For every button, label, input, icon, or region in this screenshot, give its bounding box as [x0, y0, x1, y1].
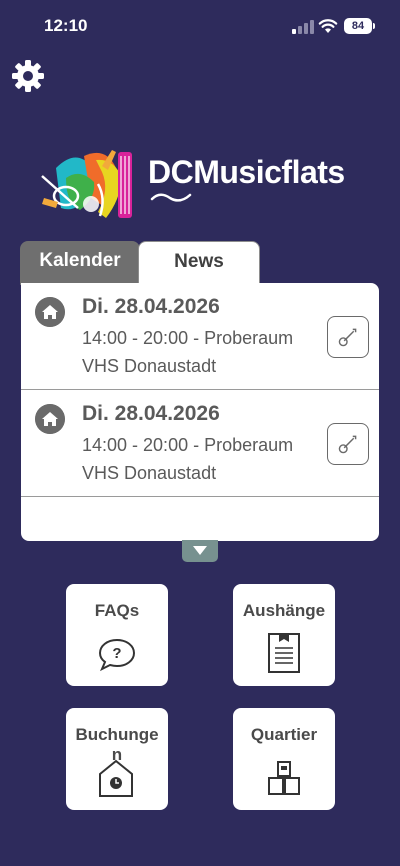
guitar-icon[interactable] — [327, 423, 369, 465]
house-clock-icon — [99, 759, 133, 797]
tab-news[interactable]: News — [138, 241, 260, 285]
quartier-label: Quartier — [250, 725, 318, 744]
guitar-icon[interactable] — [327, 316, 369, 358]
event-time: 14:00 - 20:00 - Proberaum — [82, 328, 294, 348]
battery-indicator: 84 — [344, 18, 375, 34]
cellular-signal-icon — [292, 20, 314, 34]
music-instruments-logo — [41, 150, 132, 218]
list-item[interactable]: Di. 28.04.2026 14:00 - 20:00 - Proberaum… — [21, 283, 379, 390]
status-time: 12:10 — [44, 16, 88, 35]
aushaenge-tile[interactable]: Aushänge — [233, 584, 335, 686]
quartier-tile[interactable]: Quartier — [233, 708, 335, 810]
calendar-list: Di. 28.04.2026 14:00 - 20:00 - Proberaum… — [21, 283, 379, 541]
gear-icon[interactable] — [10, 58, 46, 94]
tab-kalender[interactable]: Kalender — [20, 241, 140, 285]
event-place: VHS Donaustadt — [82, 356, 217, 376]
event-place: VHS Donaustadt — [82, 463, 217, 483]
svg-text:?: ? — [112, 645, 121, 662]
wifi-icon — [318, 19, 338, 33]
event-time: 14:00 - 20:00 - Proberaum — [82, 435, 294, 455]
aushaenge-label: Aushänge — [242, 601, 326, 620]
event-date: Di. 28.04.2026 — [82, 295, 220, 318]
tab-bar: Kalender News — [20, 241, 260, 285]
status-bar: 12:10 84 — [0, 0, 400, 54]
list-item[interactable]: Di. 28.04.2026 14:00 - 20:00 - Proberaum… — [21, 390, 379, 497]
brand-name: DCMusicflats — [148, 154, 345, 190]
home-icon — [35, 297, 65, 327]
question-bubble-icon: ? — [98, 638, 136, 672]
wave-icon — [150, 193, 192, 202]
building-blocks-icon — [268, 761, 300, 795]
faqs-tile[interactable]: FAQs ? — [66, 584, 168, 686]
event-date: Di. 28.04.2026 — [82, 402, 220, 425]
faqs-label: FAQs — [94, 601, 140, 620]
notice-board-icon — [268, 633, 300, 673]
expand-list-button[interactable] — [182, 540, 218, 562]
buchungen-tile[interactable]: Buchunge n — [66, 708, 168, 810]
home-icon — [35, 404, 65, 434]
